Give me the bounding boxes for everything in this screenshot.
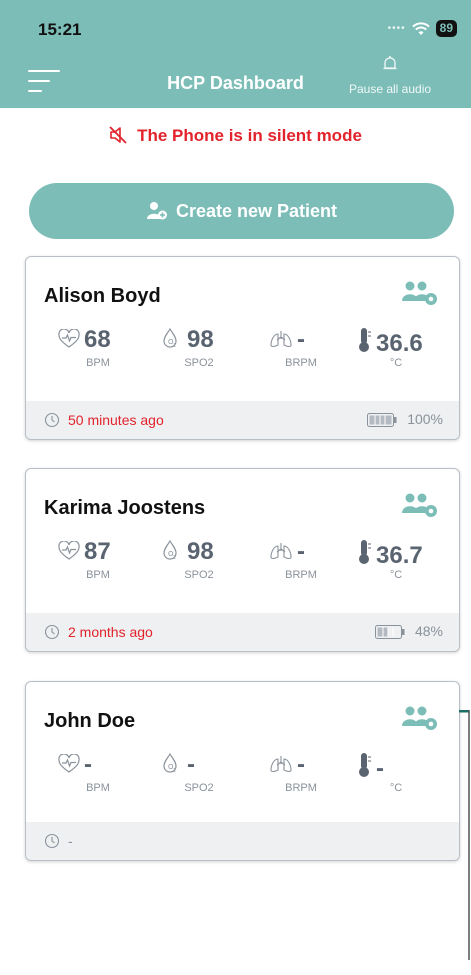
create-new-patient-button[interactable]: Create new Patient: [29, 183, 454, 239]
battery-percent: 100%: [407, 411, 443, 427]
battery-percent: 48%: [414, 623, 443, 639]
metric-brpm: - BRPM: [269, 751, 317, 794]
bpm-value: 87: [84, 538, 111, 565]
card-footer: 50 minutes ago 100%: [26, 401, 459, 439]
thermometer-icon: [359, 328, 371, 352]
patient-card[interactable]: John Doe - BPM O 2- SPO2- BRPM - °C -: [25, 681, 460, 861]
spo2-unit: SPO2: [184, 782, 214, 794]
drop-o2-icon: O2: [163, 539, 177, 561]
scroll-indicator: [459, 710, 470, 960]
patient-name: Karima Joostens: [44, 497, 206, 519]
last-seen: 50 minutes ago: [44, 412, 164, 428]
last-seen-text: 50 minutes ago: [68, 412, 164, 428]
metric-bpm: - BPM: [58, 751, 110, 794]
app-header: 15:21 •••• 89 HCP Dashboard Pause all au…: [0, 0, 471, 108]
metric-temperature: 36.6 °C: [356, 327, 423, 369]
lungs-icon: [270, 331, 292, 348]
brpm-value: -: [297, 326, 305, 353]
battery-icon: [367, 413, 397, 427]
patient-settings-button[interactable]: [400, 704, 440, 737]
muted-speaker-icon: [109, 126, 127, 144]
pause-all-audio-button[interactable]: Pause all audio: [338, 55, 442, 96]
metric-brpm: - BRPM: [269, 538, 317, 581]
heart-icon: [58, 753, 80, 773]
clock-icon: [44, 624, 60, 640]
metric-spo2: O 2 98 SPO2: [161, 538, 214, 581]
clock-icon: [44, 833, 60, 849]
signal-icon: ••••: [387, 23, 406, 34]
bell-icon: [383, 56, 397, 70]
spo2-value: -: [187, 751, 195, 778]
bpm-unit: BPM: [86, 782, 110, 794]
battery-icon: [374, 625, 405, 639]
users-settings-icon: [402, 281, 437, 305]
spo2-value: 98: [187, 326, 214, 353]
patient-settings-button[interactable]: [400, 491, 440, 524]
wifi-icon: [411, 21, 430, 35]
temperature-unit: °C: [389, 357, 403, 369]
bpm-unit: BPM: [86, 569, 110, 581]
device-battery: 100%: [367, 411, 443, 427]
silent-mode-warning: The Phone is in silent mode: [0, 126, 471, 146]
users-settings-icon: [402, 493, 437, 517]
thermometer-icon: [359, 753, 371, 777]
metric-spo2: O 2- SPO2: [161, 751, 214, 794]
bpm-value: 68: [84, 326, 111, 353]
patient-name: Alison Boyd: [44, 285, 161, 307]
metric-spo2: O 2 98 SPO2: [161, 326, 214, 369]
metric-bpm: 87 BPM: [58, 538, 111, 581]
patient-card[interactable]: Karima Joostens 87 BPM O 2 98 SPO2 - BRPM 36.7 °C 2…: [25, 468, 460, 652]
metric-temperature: - °C: [356, 752, 402, 794]
spo2-value: 98: [187, 538, 214, 565]
last-seen: 2 months ago: [44, 624, 153, 640]
brpm-value: -: [297, 538, 305, 565]
patient-name: John Doe: [44, 710, 136, 732]
status-indicators: •••• 89: [388, 20, 457, 37]
spo2-unit: SPO2: [184, 357, 214, 369]
clock-icon: [44, 412, 60, 428]
temperature-value: 36.6: [376, 330, 423, 357]
brpm-unit: BRPM: [285, 569, 317, 581]
brpm-unit: BRPM: [285, 357, 317, 369]
heart-icon: [58, 328, 80, 348]
drop-o2-icon: O2: [163, 327, 177, 349]
last-seen: -: [44, 833, 73, 849]
temperature-value: 36.7: [376, 542, 423, 569]
patient-card[interactable]: Alison Boyd 68 BPM O 2 98 SPO2 - BRPM 36.6 °C 50 mi…: [25, 256, 460, 440]
create-new-patient-label: Create new Patient: [175, 200, 338, 221]
card-footer: 2 months ago 48%: [26, 613, 459, 651]
pause-all-audio-label: Pause all audio: [348, 82, 432, 96]
menu-icon: [28, 70, 60, 72]
status-battery: 89: [435, 20, 457, 37]
status-time: 15:21: [38, 20, 82, 39]
svg-text:2: 2: [173, 768, 176, 774]
svg-text:2: 2: [173, 343, 176, 349]
metric-brpm: - BRPM: [269, 326, 317, 369]
bpm-value: -: [84, 751, 92, 778]
device-battery: 48%: [374, 623, 443, 639]
add-user-icon: [146, 202, 167, 220]
last-seen-text: -: [68, 833, 73, 849]
drop-o2-icon: O2: [163, 752, 177, 774]
card-footer: -: [26, 822, 459, 860]
lungs-icon: [270, 543, 292, 560]
metric-temperature: 36.7 °C: [356, 539, 423, 581]
metric-bpm: 68 BPM: [58, 326, 111, 369]
thermometer-icon: [359, 540, 371, 564]
lungs-icon: [270, 756, 292, 773]
spo2-unit: SPO2: [184, 569, 214, 581]
patient-settings-button[interactable]: [400, 279, 440, 312]
brpm-value: -: [297, 751, 305, 778]
users-settings-icon: [402, 706, 437, 730]
bpm-unit: BPM: [86, 357, 110, 369]
temperature-value: -: [376, 755, 384, 782]
temperature-unit: °C: [389, 569, 403, 581]
svg-text:2: 2: [173, 555, 176, 561]
last-seen-text: 2 months ago: [68, 624, 153, 640]
brpm-unit: BRPM: [285, 782, 317, 794]
temperature-unit: °C: [389, 782, 403, 794]
silent-mode-text: The Phone is in silent mode: [137, 126, 362, 145]
heart-icon: [58, 540, 80, 560]
